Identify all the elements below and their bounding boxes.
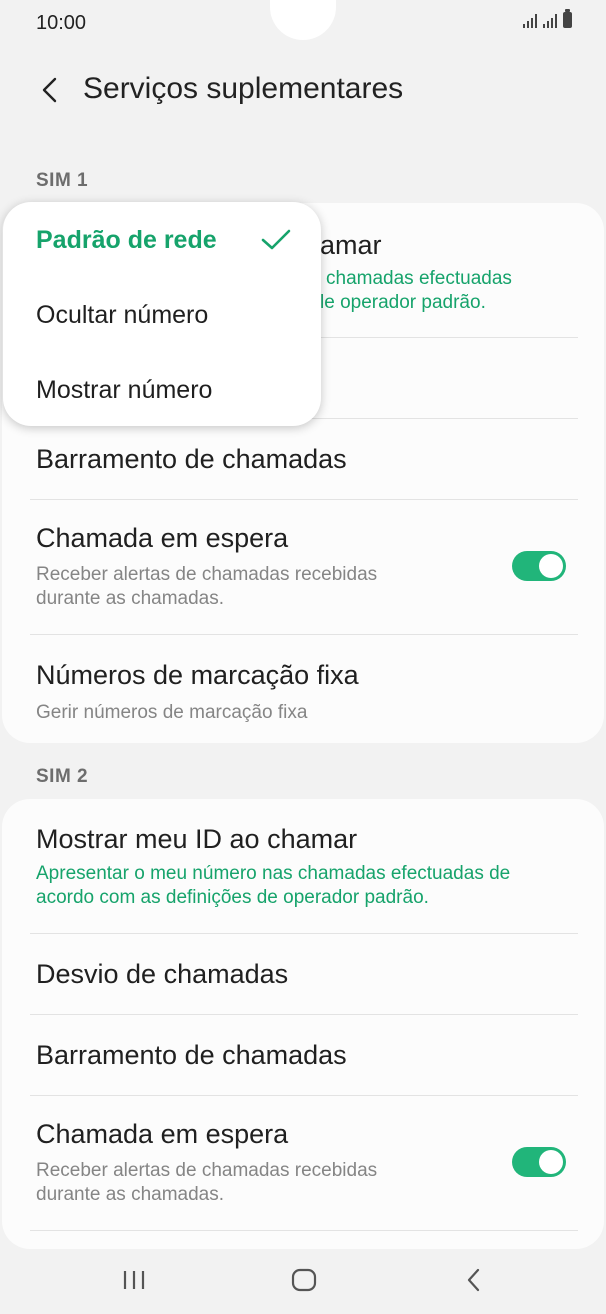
back-button[interactable] (30, 70, 70, 110)
checkmark-icon (261, 229, 291, 250)
popup-option-label: Ocultar número (36, 301, 209, 329)
system-icons (523, 9, 572, 28)
sim1-caller-id-sub-line2: le operador padrão. (320, 292, 486, 313)
sim2-card: Mostrar meu ID ao chamar Apresentar o me… (2, 799, 604, 1249)
recents-icon (123, 1271, 145, 1289)
home-icon (291, 1268, 317, 1292)
home-button[interactable] (280, 1258, 328, 1302)
sim2-caller-id-sub: Apresentar o meu número nas chamadas efe… (36, 863, 511, 908)
sim2-call-waiting-title: Chamada em espera (36, 1119, 289, 1149)
sim1-call-waiting-toggle[interactable] (512, 551, 566, 581)
sim2-call-waiting-toggle[interactable] (512, 1147, 566, 1177)
sim1-call-waiting-sub: Receber alertas de chamadas recebidas du… (36, 564, 378, 609)
sim1-barring-row[interactable]: Barramento de chamadas (2, 419, 604, 499)
sim1-caller-id-sub-line1: chamadas efectuadas (326, 268, 512, 289)
sim2-section-label: SIM 2 (36, 766, 89, 787)
battery-icon (563, 9, 572, 28)
sim2-forwarding-row[interactable]: Desvio de chamadas (2, 934, 604, 1014)
signal-icon-1 (523, 12, 537, 28)
status-bar: 10:00 (0, 0, 606, 48)
app-header: Serviços suplementares (0, 60, 606, 120)
sim2-barring-title: Barramento de chamadas (36, 1040, 347, 1070)
popup-option-hide-number[interactable]: Ocultar número (3, 279, 321, 353)
sim2-caller-id-title: Mostrar meu ID ao chamar (36, 824, 358, 854)
sim2-call-waiting-row[interactable]: Chamada em espera Receber alertas de cha… (2, 1096, 604, 1230)
popup-option-label: Mostrar número (36, 376, 213, 404)
back-nav-button[interactable] (450, 1258, 498, 1302)
camera-notch (270, 0, 336, 40)
sim2-barring-row[interactable]: Barramento de chamadas (2, 1015, 604, 1095)
sim1-call-waiting-title: Chamada em espera (36, 523, 289, 553)
sim2-caller-id-row[interactable]: Mostrar meu ID ao chamar Apresentar o me… (2, 799, 604, 934)
page-title: Serviços suplementares (83, 72, 404, 105)
back-icon (467, 1268, 480, 1292)
navigation-bar (0, 1244, 606, 1314)
toggle-knob (539, 554, 563, 578)
divider (30, 1230, 578, 1231)
sim2-call-waiting-sub: Receber alertas de chamadas recebidas du… (36, 1160, 378, 1205)
sim1-fdn-row[interactable]: Números de marcação fixa Gerir números d… (2, 635, 604, 743)
chevron-left-icon (42, 77, 57, 103)
signal-icon-2 (543, 12, 557, 28)
sim1-section-label: SIM 1 (36, 170, 89, 191)
toggle-knob (539, 1150, 563, 1174)
popup-option-label: Padrão de rede (36, 226, 217, 254)
status-time: 10:00 (36, 12, 87, 34)
sim1-fdn-sub: Gerir números de marcação fixa (36, 702, 308, 723)
sim1-barring-title: Barramento de chamadas (36, 444, 347, 474)
sim1-call-waiting-row[interactable]: Chamada em espera Receber alertas de cha… (2, 500, 604, 634)
sim2-forwarding-title: Desvio de chamadas (36, 959, 289, 989)
sim1-caller-id-title-partial: amar (320, 230, 382, 260)
popup-option-show-number[interactable]: Mostrar número (3, 354, 321, 428)
recent-apps-button[interactable] (110, 1258, 158, 1302)
popup-option-network-default[interactable]: Padrão de rede (3, 204, 321, 278)
caller-id-options-popup: Padrão de rede Ocultar número Mostrar nú… (3, 202, 321, 426)
sim1-fdn-title: Números de marcação fixa (36, 660, 359, 690)
